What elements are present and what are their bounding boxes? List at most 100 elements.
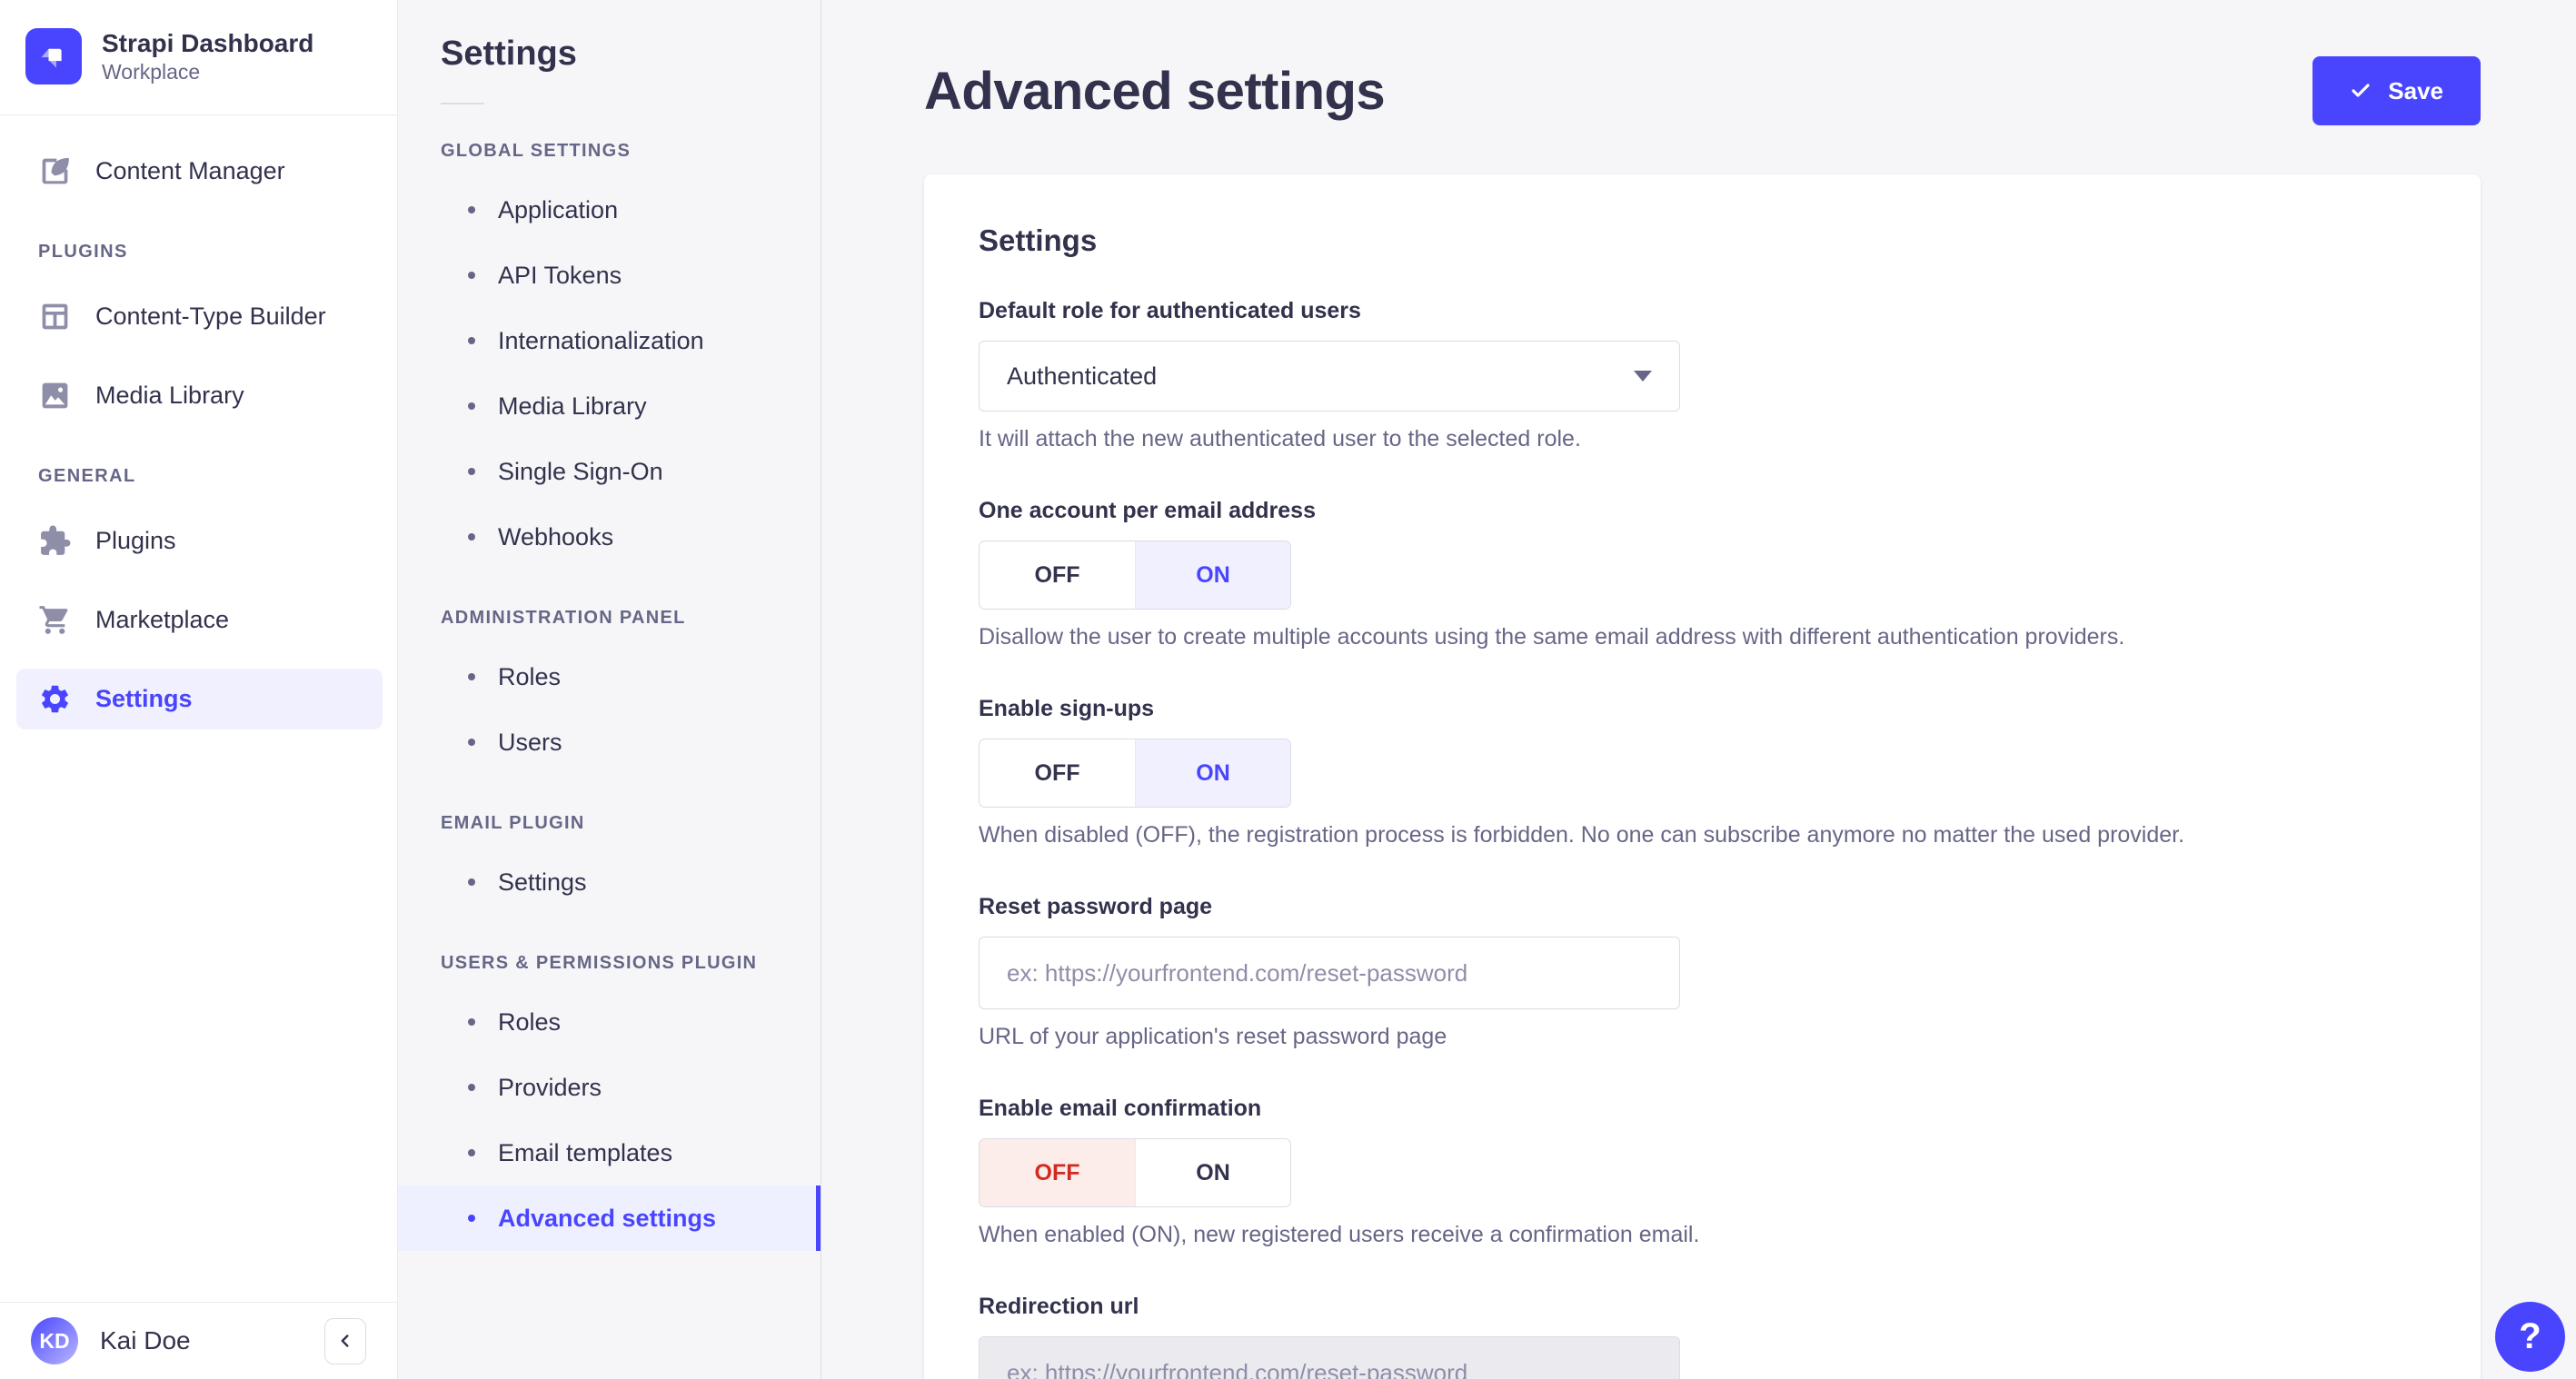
bullet-icon: [468, 533, 475, 541]
one-account-per-email-label: One account per email address: [979, 498, 1316, 523]
subnav-item-label: Media Library: [498, 392, 647, 420]
subnav-divider: [441, 103, 484, 104]
subnav-item-label: Roles: [498, 662, 562, 690]
bullet-icon: [468, 1018, 475, 1026]
marketplace-icon: [38, 603, 72, 637]
subnav-section-users-permissions-plugin: USERS & PERMISSIONS PLUGIN Roles Providers…: [398, 953, 821, 1251]
subnav-item-label: Webhooks: [498, 522, 614, 551]
sidebar-item-plugins[interactable]: Plugins: [16, 511, 383, 571]
sidebar-nav: Content Manager PLUGINS Content-Type Build…: [0, 115, 397, 1302]
subnav-section-title: USERS & PERMISSIONS PLUGIN: [441, 953, 758, 973]
subnav-item-media-library[interactable]: Media Library: [398, 373, 821, 439]
enable-email-confirmation-toggle: OFF ON: [979, 1138, 1291, 1207]
sidebar-item-label: Content Manager: [95, 156, 285, 184]
subnav-sections: GLOBAL SETTINGS Application API Tokens Inte…: [398, 141, 821, 1251]
field-default-role: Default role for authenticated users Auth…: [979, 298, 2426, 452]
reset-password-page-hint: URL of your application's reset password…: [979, 1024, 1447, 1049]
bullet-icon: [468, 402, 475, 410]
settings-card: Settings Default role for authenticated …: [924, 174, 2481, 1379]
subnav-item-application[interactable]: Application: [398, 177, 821, 243]
check-icon: [2350, 80, 2372, 102]
subnav-item-label: Settings: [498, 868, 587, 896]
subnav-section-title: EMAIL PLUGIN: [441, 813, 585, 833]
workspace-name: Workplace: [102, 60, 201, 84]
subnav-item-single-sign-on[interactable]: Single Sign-On: [398, 439, 821, 504]
user-row: KD Kai Doe: [0, 1302, 397, 1379]
subnav-item-users[interactable]: Users: [398, 709, 821, 775]
default-role-select[interactable]: Authenticated: [979, 341, 1680, 412]
sidebar: Strapi Dashboard Workplace Content Manag…: [0, 0, 398, 1379]
enable-email-confirmation-hint: When enabled (ON), new registered users …: [979, 1222, 1700, 1247]
subnav-item-label: Email templates: [498, 1138, 673, 1166]
sidebar-item-label: Settings: [95, 684, 193, 712]
sidebar-section-title-general: GENERAL: [38, 465, 136, 486]
reset-password-page-input[interactable]: [979, 937, 1680, 1009]
bullet-icon: [468, 337, 475, 344]
field-enable-sign-ups: Enable sign-ups OFF ON When disabled (OFF),…: [979, 696, 2426, 848]
help-button[interactable]: ?: [2495, 1302, 2565, 1372]
redirection-url-label: Redirection url: [979, 1294, 1139, 1319]
subnav-item-webhooks[interactable]: Webhooks: [398, 504, 821, 570]
bullet-icon: [468, 1215, 475, 1222]
bullet-icon: [468, 1149, 475, 1156]
subnav-item-settings[interactable]: Settings: [398, 849, 821, 915]
subnav-section-title: GLOBAL SETTINGS: [441, 141, 632, 161]
field-redirection-url: Redirection url: [979, 1294, 2426, 1379]
sidebar-section-title-plugins: PLUGINS: [38, 241, 128, 262]
default-role-selected-value: Authenticated: [1007, 362, 1158, 390]
subnav-item-api-tokens[interactable]: API Tokens: [398, 243, 821, 308]
enable-sign-ups-on-button[interactable]: ON: [1135, 739, 1290, 807]
subnav-item-label: Single Sign-On: [498, 457, 663, 485]
subnav-item-email-templates[interactable]: Email templates: [398, 1120, 821, 1186]
chevron-down-icon: [1634, 371, 1652, 382]
enable-email-confirmation-on-button[interactable]: ON: [1135, 1139, 1290, 1206]
save-button-label: Save: [2388, 76, 2443, 104]
subnav-item-label: API Tokens: [498, 261, 622, 289]
bullet-icon: [468, 206, 475, 213]
subnav-item-advanced-settings[interactable]: Advanced settings: [398, 1186, 821, 1251]
sidebar-item-media-library[interactable]: Media Library: [16, 365, 383, 426]
main-content: Advanced settings Save Settings Default …: [821, 0, 2576, 1379]
settings-subnav: Settings GLOBAL SETTINGS Application API T…: [398, 0, 821, 1379]
subnav-item-roles[interactable]: Roles: [398, 644, 821, 709]
subnav-item-providers[interactable]: Providers: [398, 1055, 821, 1120]
default-role-label: Default role for authenticated users: [979, 298, 1361, 323]
save-button[interactable]: Save: [2312, 56, 2481, 125]
subnav-item-internationalization[interactable]: Internationalization: [398, 308, 821, 373]
app-title: Strapi Dashboard: [102, 29, 314, 57]
sidebar-item-label: Content-Type Builder: [95, 302, 326, 330]
media-library-icon: [38, 379, 72, 412]
enable-email-confirmation-label: Enable email confirmation: [979, 1096, 1262, 1121]
sidebar-item-marketplace[interactable]: Marketplace: [16, 590, 383, 650]
subnav-title: Settings: [441, 35, 577, 73]
bullet-icon: [468, 1084, 475, 1091]
subnav-section-title: ADMINISTRATION PANEL: [441, 608, 686, 628]
subnav-section-global-settings: GLOBAL SETTINGS Application API Tokens Inte…: [398, 141, 821, 570]
one-account-per-email-hint: Disallow the user to create multiple acc…: [979, 624, 2125, 650]
subnav-item-label: Providers: [498, 1073, 602, 1101]
enable-sign-ups-label: Enable sign-ups: [979, 696, 1155, 721]
sidebar-item-label: Plugins: [95, 526, 176, 554]
enable-sign-ups-hint: When disabled (OFF), the registration pr…: [979, 822, 2185, 848]
one-account-per-email-on-button[interactable]: ON: [1135, 541, 1290, 609]
one-account-per-email-off-button[interactable]: OFF: [980, 541, 1135, 609]
subnav-item-list: Roles Users: [398, 644, 821, 775]
strapi-logo-icon: [25, 27, 82, 84]
one-account-per-email-toggle: OFF ON: [979, 541, 1291, 610]
subnav-item-roles[interactable]: Roles: [398, 989, 821, 1055]
main-header: Advanced settings Save: [821, 0, 2576, 125]
question-mark-icon: ?: [2519, 1316, 2541, 1356]
enable-sign-ups-off-button[interactable]: OFF: [980, 739, 1135, 807]
bullet-icon: [468, 468, 475, 475]
sidebar-item-content-type-builder[interactable]: Content-Type Builder: [16, 286, 383, 347]
enable-email-confirmation-off-button[interactable]: OFF: [980, 1139, 1135, 1206]
sidebar-item-content-manager[interactable]: Content Manager: [16, 141, 383, 202]
bullet-icon: [468, 272, 475, 279]
user-name: Kai Doe: [100, 1326, 191, 1354]
subnav-item-label: Advanced settings: [498, 1204, 717, 1232]
subnav-item-label: Internationalization: [498, 326, 704, 354]
subnav-item-list: Roles Providers Email templates Advanced se…: [398, 989, 821, 1251]
sidebar-item-settings[interactable]: Settings: [16, 668, 383, 729]
collapse-sidebar-button[interactable]: [324, 1317, 366, 1364]
enable-sign-ups-toggle: OFF ON: [979, 739, 1291, 808]
